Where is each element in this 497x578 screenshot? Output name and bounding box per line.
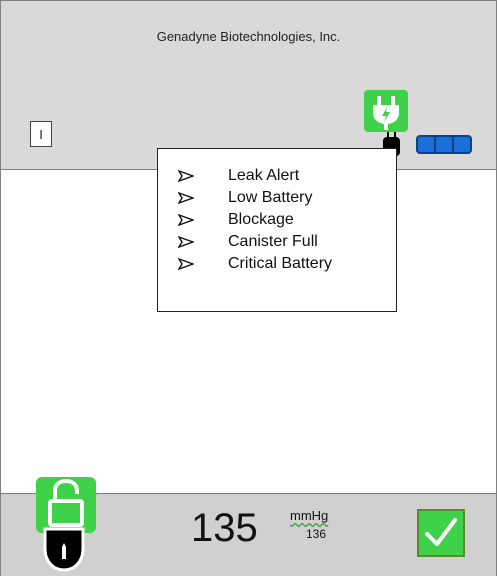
pressure-value: 135 xyxy=(191,506,258,550)
pressure-unit: mmHg xyxy=(290,508,328,523)
alert-list-popup: Leak Alert Low Battery Blockage Canister… xyxy=(157,148,397,312)
arrow-bullet-icon xyxy=(178,214,194,226)
set-pressure-value: 136 xyxy=(306,527,327,541)
confirm-button[interactable] xyxy=(417,509,465,557)
pressure-unit-label: mmHg xyxy=(290,508,329,523)
arrow-bullet-icon xyxy=(178,170,194,182)
arrow-bullet-icon xyxy=(178,258,194,270)
arrow-bullet-icon xyxy=(178,192,194,204)
alert-item: Low Battery xyxy=(178,187,332,209)
alert-label: Critical Battery xyxy=(228,255,333,272)
alert-item: Canister Full xyxy=(178,231,332,253)
power-plug-icon xyxy=(364,90,408,132)
mouse-icon xyxy=(41,523,87,573)
alert-item: Leak Alert xyxy=(178,165,332,187)
alert-list: Leak Alert Low Battery Blockage Canister… xyxy=(178,165,332,275)
alert-label: Blockage xyxy=(228,211,294,228)
device-screen: Genadyne Biotechnologies, Inc. I Leak Al… xyxy=(0,0,497,576)
company-name: Genadyne Biotechnologies, Inc. xyxy=(156,29,341,44)
alert-label: Leak Alert xyxy=(228,167,300,184)
checkmark-icon xyxy=(425,518,457,546)
alert-item: Blockage xyxy=(178,209,332,231)
alert-item: Critical Battery xyxy=(178,253,332,275)
battery-icon xyxy=(416,135,472,154)
alert-label: Low Battery xyxy=(228,189,313,206)
alert-label: Canister Full xyxy=(228,233,318,250)
status-indicator: I xyxy=(30,121,52,147)
arrow-bullet-icon xyxy=(178,236,194,248)
